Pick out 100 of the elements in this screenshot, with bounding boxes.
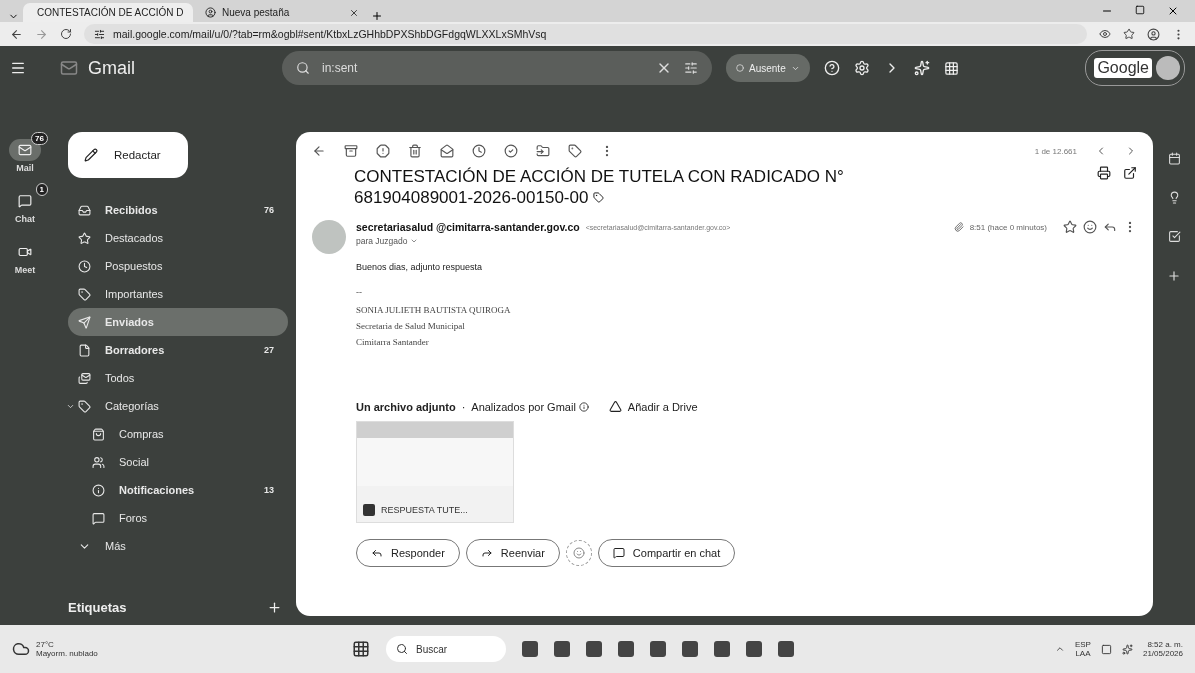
add-task-icon[interactable] [504,144,518,158]
app-icon[interactable] [522,641,538,657]
filter-icon[interactable] [684,61,698,75]
people-icon [92,455,105,469]
restore-icon[interactable] [1135,5,1145,15]
move-icon[interactable] [536,144,550,158]
rail-item[interactable]: Meet [2,234,48,275]
app-icon[interactable] [618,641,634,657]
info-icon[interactable] [578,401,589,412]
emoji-icon [572,547,585,559]
folder-item[interactable]: Social [68,448,288,476]
unread-badge: 1 [35,183,48,196]
add-icon[interactable] [1167,269,1181,283]
search-icon[interactable] [296,61,310,75]
reply-icon[interactable] [1103,220,1117,234]
new-window-icon[interactable] [1123,166,1137,180]
account-button[interactable]: Google [1085,50,1185,86]
message-text: Buenos dias, adjunto respuesta [356,262,484,272]
eye-icon[interactable] [1099,28,1111,40]
folder-item[interactable]: Importantes [68,280,288,308]
recipient-toggle[interactable]: para Juzgado [356,236,1137,246]
profile-icon[interactable] [1147,27,1160,41]
sparkle-icon[interactable] [913,60,930,76]
bookmark-star-icon[interactable] [1123,28,1135,40]
search-field[interactable]: in:sent [282,51,712,85]
browser-tab[interactable]: Nueva pestaña [197,3,367,22]
settings-icon[interactable] [853,60,870,76]
forward-button[interactable]: Reenviar [465,539,560,567]
start-icon[interactable] [352,640,370,658]
inbox-icon [78,203,91,217]
temperature: 27°C [36,640,55,649]
mark-unread-icon[interactable] [440,144,454,158]
app-icon[interactable] [746,641,762,657]
folder-item[interactable]: Borradores 27 [68,336,288,364]
folder-item[interactable]: Pospuestos [68,252,288,280]
archive-icon[interactable] [344,144,358,158]
language-indicator[interactable]: ESP LAA [1074,640,1091,658]
close-icon[interactable] [349,7,359,18]
unread-badge: 76 [31,132,48,145]
sender-avatar [312,220,346,254]
folder-item[interactable]: Recibidos 76 [68,196,288,224]
separator-dot: · [461,400,466,413]
pencil-icon [84,148,98,162]
signature-line: Secretaria de Salud Municipal [356,320,466,333]
clock[interactable]: 8:52 a. m. 21/05/2026 [1142,640,1183,658]
tray-caret-icon[interactable] [1054,644,1065,654]
reply-button[interactable]: Responder [356,539,460,567]
add-label-icon[interactable] [267,600,282,615]
report-icon[interactable] [376,144,390,158]
new-tab-icon[interactable] [371,10,383,22]
folder-item[interactable]: Más [68,532,288,560]
menu-icon[interactable] [10,60,26,76]
close-icon[interactable] [1167,5,1179,17]
info-icon [92,483,105,497]
calendar-icon[interactable] [1167,152,1181,165]
chat-icon [92,511,105,525]
snooze-icon[interactable] [472,144,486,158]
reload-icon[interactable] [60,28,72,40]
status-circle-icon [736,64,744,72]
rail-item[interactable]: Chat 1 [2,183,48,224]
app-icon[interactable] [650,641,666,657]
address-bar[interactable]: mail.google.com/mail/u/0/?tab=rm&ogbl#sent/KtbxLzGHhbDPXShbDGFdgqWLXXLxSMhVsq [84,24,1087,44]
help-icon[interactable] [823,60,840,76]
app-icon[interactable] [554,641,570,657]
signature-line: Cimitarra Santander [356,336,430,349]
label-icon[interactable] [568,144,582,158]
apps-icon[interactable] [943,60,959,76]
compose-button[interactable]: Redactar [68,132,188,178]
rail-item[interactable]: Mail 76 [2,132,48,173]
folder-item[interactable]: Destacados [68,224,288,252]
add-to-drive-link[interactable]: Añadir a Drive [608,400,698,413]
browser-tab[interactable]: CONTESTACIÓN DE ACCIÓN D [23,3,193,22]
back-icon[interactable] [312,144,326,158]
triangle-icon [608,400,622,413]
folder-item[interactable]: Compras [68,420,288,448]
delete-icon[interactable] [408,144,422,158]
label-icon[interactable] [593,192,605,203]
caret-icon [409,237,418,245]
site-settings-icon[interactable] [94,28,105,40]
print-icon[interactable] [1097,166,1111,180]
app-icon[interactable] [714,641,730,657]
share-button[interactable]: Compartir en chat [597,539,736,567]
status-button[interactable]: Ausente [726,54,810,82]
tasks-icon[interactable] [1167,230,1181,243]
back-icon[interactable] [10,27,23,41]
folder-item[interactable]: Categorías [68,392,288,420]
star-icon[interactable] [1063,220,1077,234]
folder-item[interactable]: Todos [68,364,288,392]
emoji-icon[interactable] [1083,220,1097,234]
folder-item[interactable]: Notificaciones 13 [68,476,288,504]
taskbar-search[interactable]: Buscar [386,636,506,662]
search-icon [396,643,408,655]
sender-name: secretariasalud @cimitarra-santander.gov.co [356,221,580,233]
app-icon[interactable] [682,641,698,657]
app-icon[interactable] [778,641,794,657]
chat-icon [612,547,625,559]
app-icon[interactable] [586,641,602,657]
folder-item[interactable]: Enviados [68,308,288,336]
attachment-card[interactable]: RESPUESTA TUTE... [356,421,514,523]
folder-item[interactable]: Foros [68,504,288,532]
